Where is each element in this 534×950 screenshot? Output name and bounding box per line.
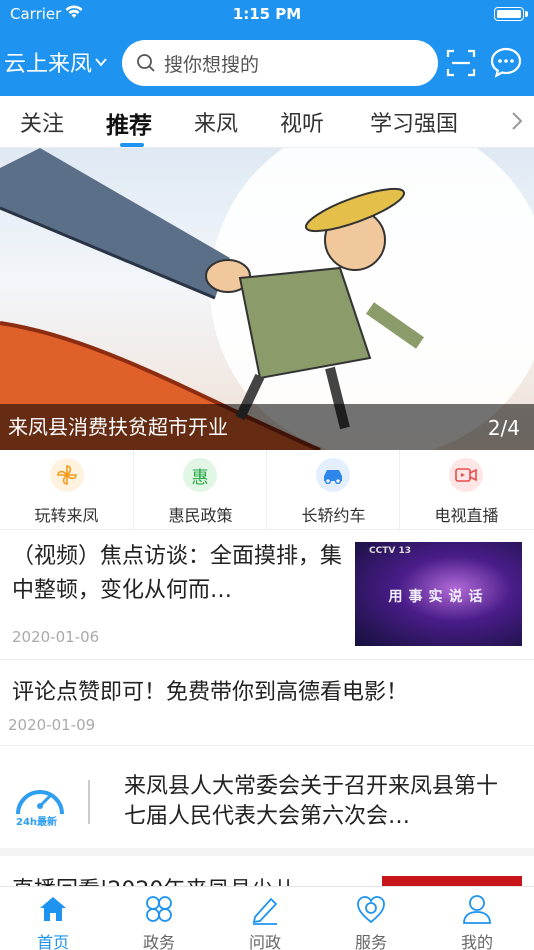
home-icon xyxy=(40,897,66,921)
chevron-right-icon[interactable] xyxy=(510,110,524,132)
tab-recommend[interactable]: 推荐 xyxy=(106,106,152,140)
news-thumbnail: CCTV 13 用事实说话 xyxy=(355,542,522,646)
news-item[interactable]: （视频）焦点访谈：全面摸排，集中整顿，变化从何而… 2020-01-06 CCT… xyxy=(0,530,534,660)
active-tab-indicator xyxy=(120,143,144,147)
news-item[interactable]: 24h最新 来凤县人大常委会关于召开来凤县第十七届人民代表大会第六次会… xyxy=(0,746,534,856)
location-label: 云上来凤 xyxy=(4,52,93,77)
category-tabs: 关注 推荐 来凤 视听 学习强国 xyxy=(0,96,534,148)
banner-page-indicator: 2/4 xyxy=(487,416,520,440)
tabbar-label: 首页 xyxy=(36,933,69,950)
tab-audiovisual[interactable]: 视听 xyxy=(280,106,324,138)
news-title: （视频）焦点访谈：全面摸排，集中整顿，变化从何而… xyxy=(12,544,343,603)
car-icon xyxy=(316,458,350,492)
pen-icon xyxy=(252,897,278,925)
quick-link-fun[interactable]: 玩转来凤 xyxy=(0,450,133,530)
tabbar-profile[interactable]: 我的 xyxy=(424,887,530,950)
thumbnail-caption: 用事实说话 xyxy=(388,589,489,605)
location-selector[interactable]: 云上来凤 xyxy=(4,46,108,78)
user-icon xyxy=(463,895,491,924)
quick-link-label: 惠民政策 xyxy=(168,506,233,525)
24h-latest-icon: 24h最新 xyxy=(16,790,64,828)
banner-carousel[interactable]: 来凤县消费扶贫超市开业 2/4 xyxy=(0,148,534,450)
scan-icon[interactable] xyxy=(446,48,476,78)
hui-icon: 惠 xyxy=(183,458,217,492)
cctv-logo: CCTV 13 xyxy=(369,546,411,556)
tabbar-inquiry[interactable]: 问政 xyxy=(212,887,318,950)
divider xyxy=(88,780,90,824)
quick-links: 玩转来凤 惠 惠民政策 长轿约车 电视直播 xyxy=(0,450,534,530)
app-header: Carrier 1:15 PM 云上来凤 搜你想搜的 xyxy=(0,0,534,96)
news-title: 来凤县人大常委会关于召开来凤县第十七届人民代表大会第六次会… xyxy=(124,774,499,829)
news-date: 2020-01-09 xyxy=(8,716,96,734)
tabbar-label: 我的 xyxy=(460,933,493,950)
government-icon xyxy=(146,896,172,922)
news-item[interactable]: 评论点赞即可！免费带你到高德看电影！ 2020-01-09 xyxy=(0,660,534,746)
chevron-down-icon xyxy=(95,58,107,67)
news-thumbnail xyxy=(382,876,522,886)
quick-link-tv-live[interactable]: 电视直播 xyxy=(399,450,532,530)
search-input[interactable]: 搜你想搜的 xyxy=(122,40,438,86)
tabbar-service[interactable]: 服务 xyxy=(318,887,424,950)
news-title: 评论点赞即可！免费带你到高德看电影！ xyxy=(12,680,409,705)
quick-link-label: 玩转来凤 xyxy=(34,506,99,525)
tabbar-government[interactable]: 政务 xyxy=(106,887,212,950)
status-bar: Carrier 1:15 PM xyxy=(0,0,534,28)
badge-text: 24h最新 xyxy=(16,815,57,828)
search-placeholder: 搜你想搜的 xyxy=(164,53,260,76)
video-camera-icon xyxy=(449,458,483,492)
banner-caption: 来凤县消费扶贫超市开业 xyxy=(0,404,534,450)
message-icon[interactable] xyxy=(490,46,522,78)
news-date: 2020-01-06 xyxy=(12,628,100,646)
bottom-tab-bar: 首页 政务 问政 服务 我的 xyxy=(0,886,534,950)
news-title: 直播回看|2020年来凤县少儿 xyxy=(12,872,295,886)
service-icon xyxy=(357,896,385,924)
tabbar-label: 服务 xyxy=(354,933,387,950)
search-icon xyxy=(137,54,155,72)
clock: 1:15 PM xyxy=(232,5,302,23)
news-item[interactable]: 直播回看|2020年来凤县少儿 xyxy=(0,856,534,886)
quick-link-policy[interactable]: 惠 惠民政策 xyxy=(133,450,266,530)
quick-link-car[interactable]: 长轿约车 xyxy=(266,450,399,530)
tabbar-label: 问政 xyxy=(248,933,281,950)
battery-icon xyxy=(494,7,528,21)
quick-link-label: 长轿约车 xyxy=(301,506,366,525)
pinwheel-icon xyxy=(49,458,84,492)
tabbar-label: 政务 xyxy=(142,933,175,950)
tab-laifeng[interactable]: 来凤 xyxy=(194,106,238,138)
quick-link-label: 电视直播 xyxy=(434,506,499,525)
tabbar-home[interactable]: 首页 xyxy=(0,887,106,950)
tab-follow[interactable]: 关注 xyxy=(20,106,64,138)
tab-xuexi[interactable]: 学习强国 xyxy=(370,106,458,138)
